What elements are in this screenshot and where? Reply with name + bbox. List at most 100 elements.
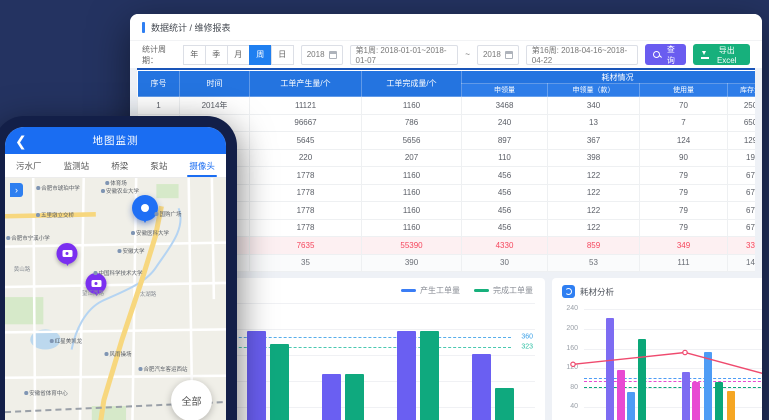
table-cell: 1778 [250,202,362,220]
poi-dot-icon [50,339,54,343]
table-cell: 53 [548,254,640,272]
map-label-红星美凯龙: 红星美凯龙 [50,337,83,345]
consumables-chart-card: 耗材分析 2402001601208040 [552,278,762,420]
col-header-seq: 序号 [138,71,180,97]
map-label-text: 安徽医科大学 [136,229,169,237]
period-label: 统计周期： [142,44,177,66]
map-label-text: 合肥汽车客运西站 [143,365,187,373]
table-cell: 67 [728,202,756,220]
map-label-安徽省体育中心: 安徽省体育中心 [24,389,68,397]
tab-监测站[interactable]: 监测站 [62,154,92,177]
poi-dot-icon [131,231,135,235]
period-button-周[interactable]: 周 [249,45,272,65]
bar-完成工单量 [420,331,439,420]
sub-col-header-2: 使用量 [640,84,728,97]
map-label-望江西路: 望江西路 [82,289,104,297]
y-axis-tick-label: 160 [556,345,578,352]
camera-icon [62,250,72,257]
start-week-range-value: 第1周: 2018-01-01~2018-01-07 [356,45,453,65]
end-year-select[interactable]: 2018 [477,45,519,65]
map-label-text: 太湖路 [140,290,157,298]
consumable-bar [727,391,735,420]
table-cell: 79 [640,167,728,185]
map-view[interactable]: › 全部 合肥市琥珀中学体育场安徽农业大学五里墩立交桥国购广场安徽医科大学合肥市… [5,178,226,420]
bar-完成工单量 [345,374,364,420]
table-cell: 7635 [250,237,362,255]
start-week-range[interactable]: 第1周: 2018-01-01~2018-01-07 [350,45,459,65]
poi-dot-icon [6,236,10,240]
consumable-bar [606,318,614,420]
period-button-日[interactable]: 日 [271,45,294,65]
y-axis-tick-label: 80 [556,384,578,391]
table-cell: 122 [548,184,640,202]
sub-col-header-1: 申领量（款） [548,84,640,97]
bar-产生工单量 [472,354,491,420]
col-header-completed: 工单完成量/个 [362,71,462,97]
export-excel-button[interactable]: 导出Excel [693,44,750,65]
bar-完成工单量 [270,344,289,420]
map-label-text: 红星美凯龙 [55,337,83,345]
phone-screen: ❮ 地图监测 污水厂监测站桥梁泵站摄像头 [5,127,226,420]
table-cell: 67 [728,219,756,237]
consumables-chart-plot: 2402001601208040 [552,278,762,420]
map-label-体育场: 体育场 [105,179,127,187]
tab-污水厂[interactable]: 污水厂 [14,154,44,177]
camera-marker-pin[interactable] [57,243,78,264]
table-cell: 250 [728,97,756,115]
start-year-value: 2018 [307,50,325,59]
tab-摄像头[interactable]: 摄像头 [187,154,217,177]
poi-dot-icon [105,181,109,185]
poi-dot-icon [36,213,40,217]
tab-泵站[interactable]: 泵站 [148,154,169,177]
period-button-月[interactable]: 月 [227,45,250,65]
app-header: ❮ 地图监测 [5,127,226,154]
map-label-text: 望江西路 [82,289,104,297]
calendar-icon [505,51,513,59]
poi-dot-icon [117,249,121,253]
table-row: 12014年111211160346834070250 [138,97,756,115]
table-cell: 220 [250,149,362,167]
table-cell: 122 [548,202,640,220]
bar-产生工单量 [397,331,416,420]
table-cell: 30 [462,254,548,272]
consumable-bar [704,352,712,420]
table-cell: 340 [548,97,640,115]
app-tab-bar: 污水厂监测站桥梁泵站摄像头 [5,154,226,178]
map-label-合肥汽车客运西站: 合肥汽车客运西站 [138,365,187,373]
end-year-value: 2018 [483,50,501,59]
tab-桥梁[interactable]: 桥梁 [109,154,130,177]
page: 数据统计 / 维修报表 统计周期： 年季月周日 2018 第1周: 2018-0… [0,0,769,420]
poi-dot-icon [154,212,158,216]
table-cell: 70 [640,97,728,115]
table-cell: 1778 [250,167,362,185]
table-cell: 55390 [362,237,462,255]
table-cell: 367 [548,132,640,150]
table-cell: 1160 [362,167,462,185]
poi-dot-icon [93,271,97,275]
table-cell: 456 [462,184,548,202]
table-cell: 96667 [250,114,362,132]
end-week-range[interactable]: 第16周: 2018-04-16~2018-04-22 [526,45,639,65]
start-year-select[interactable]: 2018 [301,45,343,65]
map-label-中国科学技术大学: 中国科学技术大学 [93,269,142,277]
table-cell: 240 [462,114,548,132]
consumable-bar [638,339,646,420]
table-cell: 11121 [250,97,362,115]
calendar-icon [329,51,337,59]
back-chevron-icon[interactable]: ❮ [15,134,27,148]
table-cell: 897 [462,132,548,150]
period-button-年[interactable]: 年 [183,45,206,65]
y-axis-tick-label: 120 [556,364,578,371]
table-cell: 122 [548,167,640,185]
show-all-button[interactable]: 全部 [171,380,212,420]
query-button[interactable]: 查询 [645,44,685,65]
period-button-季[interactable]: 季 [205,45,228,65]
poi-dot-icon [104,352,108,356]
map-expander-button[interactable]: › [10,183,23,197]
table-cell: 456 [462,167,548,185]
map-label-黄山路: 黄山路 [14,265,31,273]
map-label-text: 安徽农业大学 [106,187,139,195]
table-cell: 33 [728,237,756,255]
end-week-range-value: 第16周: 2018-04-16~2018-04-22 [532,45,633,65]
table-cell: 1160 [362,97,462,115]
